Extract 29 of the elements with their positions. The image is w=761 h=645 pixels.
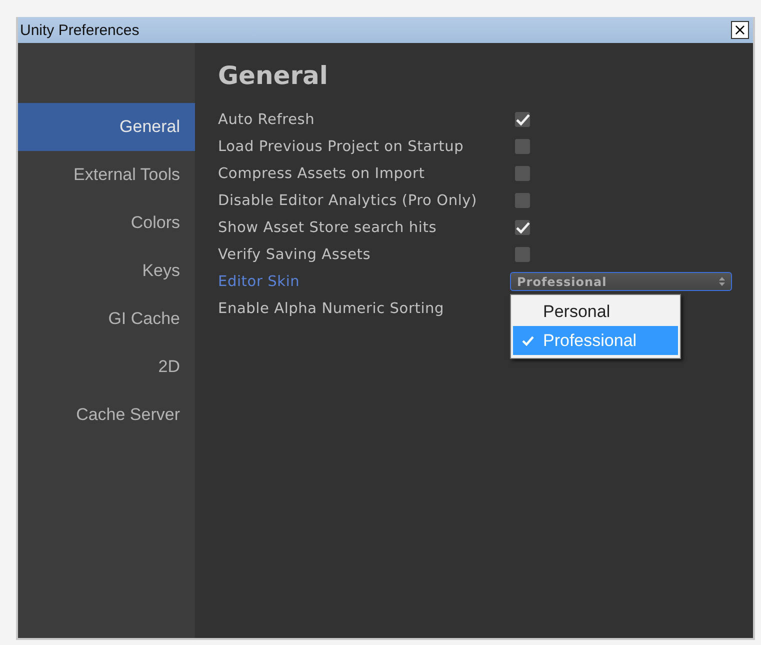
sidebar-item[interactable]: Cache Server (18, 391, 195, 439)
window-title: Unity Preferences (20, 22, 140, 38)
sidebar-item[interactable]: External Tools (18, 151, 195, 199)
checkbox[interactable] (515, 247, 530, 262)
checkbox[interactable] (515, 112, 530, 127)
sidebar-item[interactable]: Keys (18, 247, 195, 295)
setting-label: Enable Alpha Numeric Sorting (218, 300, 446, 316)
menu-option[interactable]: Professional (513, 326, 678, 355)
checkbox[interactable] (515, 166, 530, 181)
menu-option[interactable]: Personal (513, 297, 678, 326)
close-button[interactable]: × (731, 21, 749, 39)
checkbox[interactable] (515, 139, 530, 154)
setting-label: Show Asset Store search hits (218, 220, 438, 236)
setting-label: Editor Skin (218, 274, 301, 290)
sidebar-item[interactable]: GI Cache (18, 295, 195, 343)
setting-label: Load Previous Project on Startup (218, 138, 465, 154)
setting-label: Compress Assets on Import (218, 166, 426, 182)
section-heading: General (218, 61, 329, 90)
setting-label: Disable Editor Analytics (Pro Only) (218, 192, 478, 208)
checkbox[interactable] (515, 193, 530, 208)
sidebar-item[interactable]: 2D (18, 343, 195, 391)
setting-label: Auto Refresh (218, 112, 316, 128)
check-icon (522, 336, 534, 346)
checkbox[interactable] (515, 220, 530, 235)
sidebar-item[interactable]: General (18, 103, 195, 151)
skin-dropdown[interactable]: Professional (510, 272, 732, 291)
sidebar-item[interactable]: Colors (18, 199, 195, 247)
setting-label: Verify Saving Assets (218, 246, 372, 262)
updown-arrows-icon (719, 277, 725, 286)
